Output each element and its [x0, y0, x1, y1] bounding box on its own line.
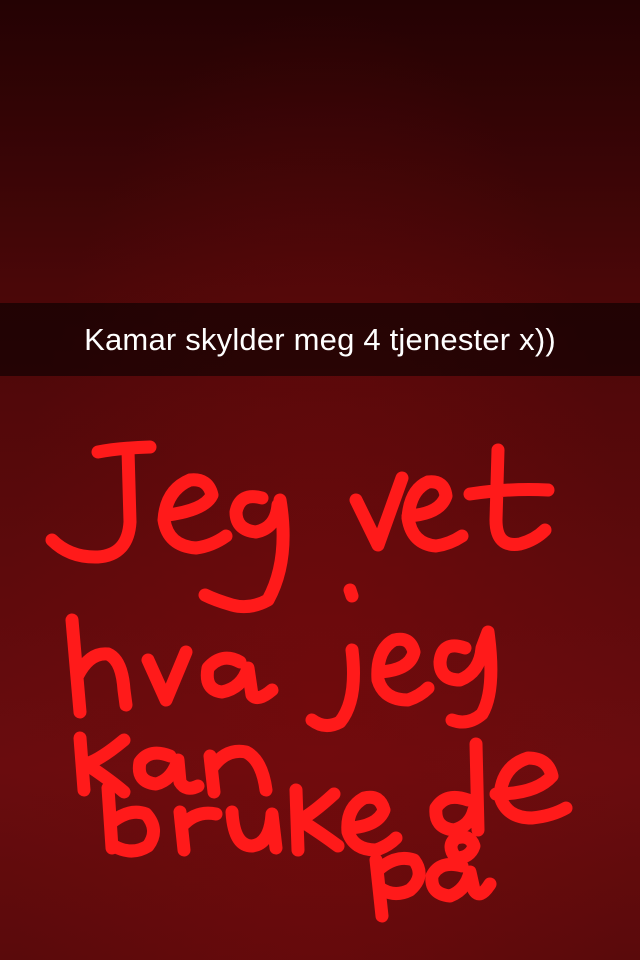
drawn-letter-e5: [489, 751, 573, 825]
drawn-letter-h: [65, 613, 133, 719]
drawn-letter-d: [429, 737, 485, 837]
drawn-letter-a: [200, 651, 279, 705]
drawn-letter-e2: [401, 475, 469, 553]
drawn-letter-e4: [341, 790, 403, 857]
drawn-letter-a2: [132, 746, 205, 795]
drawn-letter-b: [101, 781, 160, 858]
drawn-letter-v2: [141, 645, 193, 707]
drawn-letter-n: [203, 744, 273, 799]
drawn-letter-g: [198, 490, 290, 614]
drawn-letter-e: [157, 473, 233, 555]
drawn-letter-k: [73, 731, 131, 799]
drawn-letter-e3: [371, 632, 435, 707]
drawn-letter-r: [173, 805, 223, 857]
drawn-letter-g2: [433, 625, 498, 729]
drawn-letter-p: [369, 851, 426, 923]
drawn-letter-J: [45, 440, 157, 564]
drawn-letter-k2: [289, 783, 345, 857]
drawn-letter-t: [463, 443, 555, 551]
drawn-letter-j: [305, 583, 360, 732]
handwritten-drawing: [45, 440, 573, 923]
drawn-letter-u: [225, 805, 283, 855]
drawn-letter-a-ring: [425, 830, 497, 903]
drawn-letter-v: [349, 471, 409, 552]
